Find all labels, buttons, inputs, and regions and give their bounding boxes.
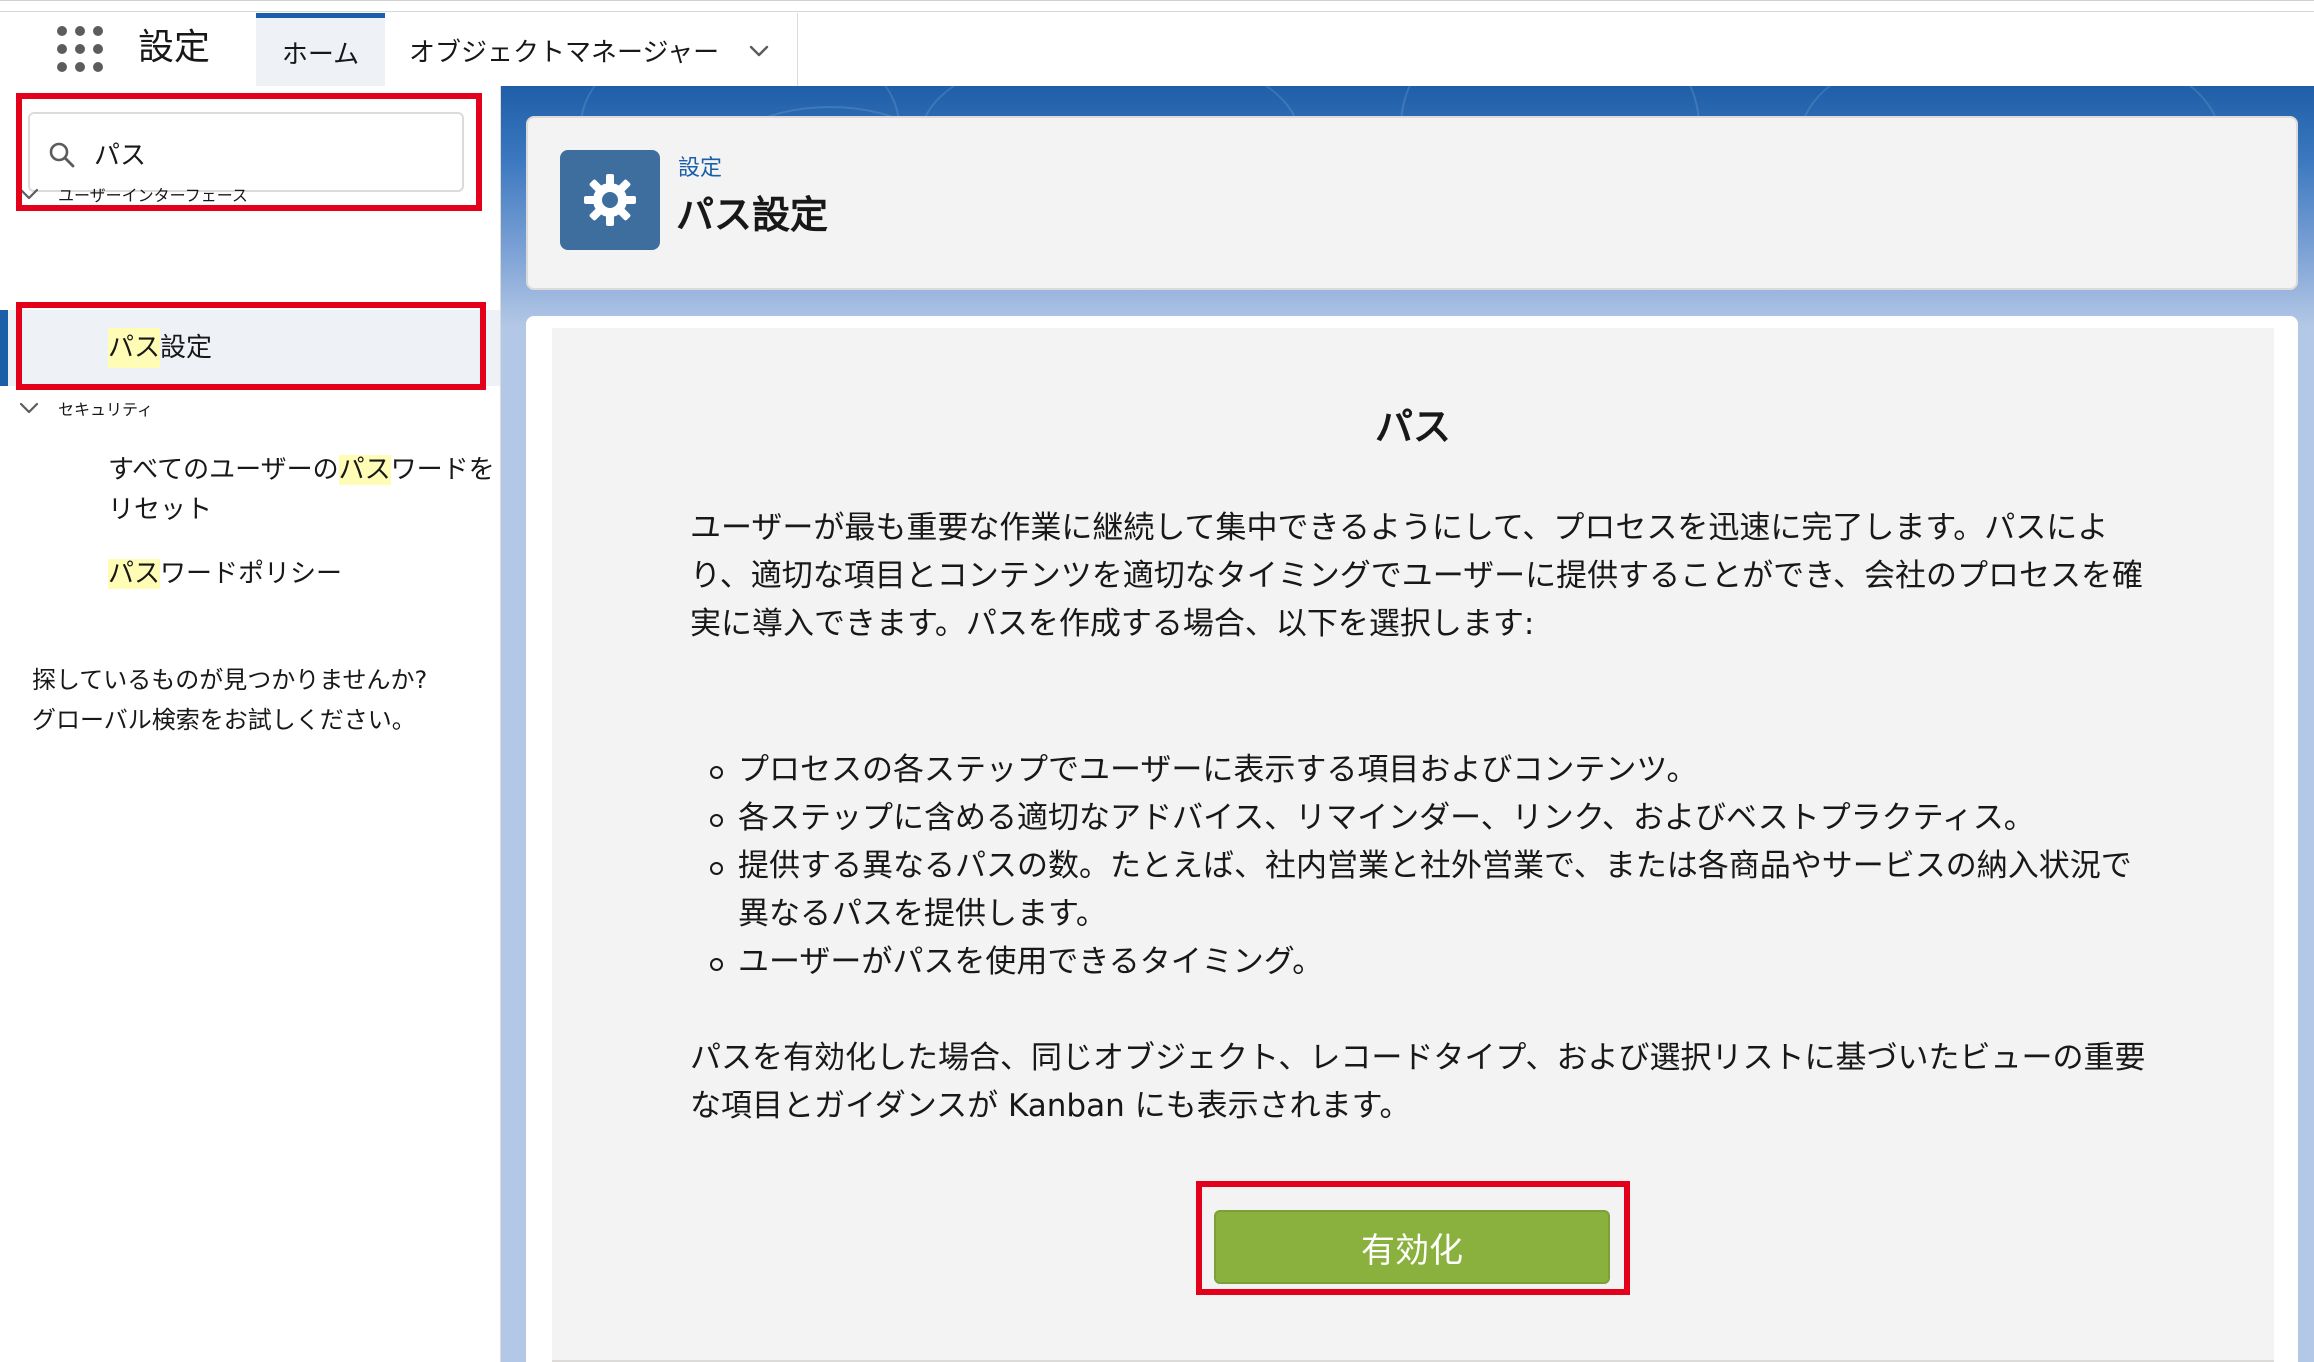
tree-section-security[interactable]: セキュリティ <box>18 388 153 428</box>
list-item: プロセスの各ステップでユーザーに表示する項目およびコンテンツ。 <box>690 746 2160 794</box>
tab-object-manager[interactable]: オブジェクトマネージャー <box>385 13 798 87</box>
sidebar-item-label: ワードポリシー <box>160 559 343 589</box>
section-title: パス <box>1374 405 1451 449</box>
launcher-dot <box>75 44 85 54</box>
header-divider <box>0 11 2314 12</box>
global-header: 設定 ホーム オブジェクトマネージャー <box>0 0 2314 87</box>
launcher-dot <box>93 26 103 36</box>
tab-home-label: ホーム <box>281 40 360 70</box>
sidebar-item-reset-passwords[interactable]: すべてのユーザーのパスワードを リセット <box>0 450 500 530</box>
sidebar-item-password-policies[interactable]: パスワードポリシー <box>0 554 500 594</box>
search-match: パス <box>108 559 161 589</box>
tree-section-label: セキュリティ <box>58 400 154 419</box>
sidebar-item-label: すべてのユーザーの <box>108 455 339 485</box>
tab-home[interactable]: ホーム <box>256 13 385 87</box>
header-icon-tile <box>560 150 660 250</box>
list-item: 各ステップに含める適切なアドバイス、リマインダー、リンク、およびベストプラクティ… <box>690 794 2160 842</box>
annotation-box <box>16 302 486 390</box>
gear-icon <box>584 174 636 226</box>
bullet-list: プロセスの各ステップでユーザーに表示する項目およびコンテンツ。 各ステップに含め… <box>690 746 2160 986</box>
sidebar-divider <box>500 86 501 1362</box>
launcher-dot <box>93 62 103 72</box>
app-name: 設定 <box>138 27 211 68</box>
description-kanban: パスを有効化した場合、同じオブジェクト、レコードタイプ、および選択リストに基づい… <box>690 1040 2146 1124</box>
launcher-dot <box>75 26 85 36</box>
help-text: 探しているものが見つかりませんか? グローバル検索をお試しください。 <box>32 660 482 740</box>
list-item: 提供する異なるパスの数。たとえば、社内営業と社外営業で、または各商品やサービスの… <box>690 842 2160 938</box>
help-line: グローバル検索をお試しください。 <box>32 706 416 734</box>
list-item: ユーザーがパスを使用できるタイミング。 <box>690 938 2160 986</box>
launcher-dot <box>75 62 85 72</box>
annotation-box <box>16 93 482 211</box>
sidebar-item-label: リセット <box>108 495 213 525</box>
launcher-dot <box>57 26 67 36</box>
chevron-down-icon[interactable] <box>747 39 771 63</box>
launcher-dot <box>57 62 67 72</box>
breadcrumb[interactable]: 設定 <box>678 150 722 182</box>
sidebar-item-label: ワードを <box>390 455 495 485</box>
tab-object-manager-label: オブジェクトマネージャー <box>409 37 720 68</box>
launcher-dot <box>57 44 67 54</box>
chevron-down-icon <box>19 402 39 414</box>
annotation-box <box>1196 1181 1630 1295</box>
page-header: 設定 パス設定 <box>526 116 2298 290</box>
help-line: 探しているものが見つかりませんか? <box>32 666 428 694</box>
app-launcher-icon[interactable] <box>57 26 103 72</box>
page-title: パス設定 <box>676 193 829 237</box>
search-match: パス <box>338 455 391 485</box>
description: ユーザーが最も重要な作業に継続して集中できるようにして、プロセスを迅速に完了しま… <box>690 510 2143 642</box>
launcher-dot <box>93 44 103 54</box>
setup-sidebar: ユーザーインターフェース パス設定 セキュリティ すべてのユーザーのパスワードを… <box>0 86 500 1362</box>
